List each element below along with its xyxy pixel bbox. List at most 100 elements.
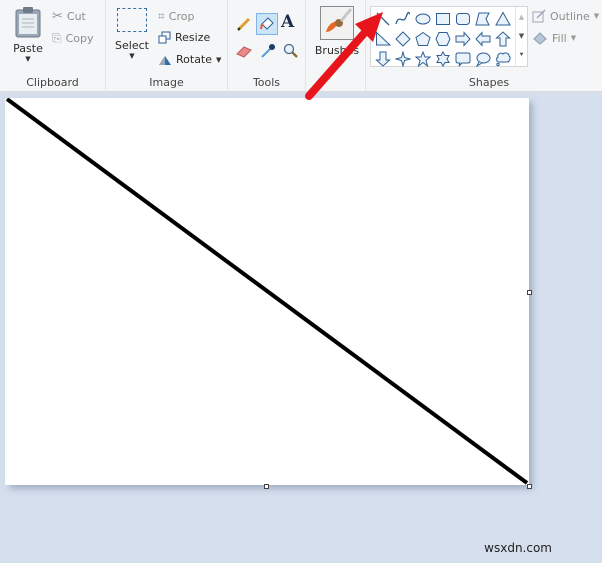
color-picker-tool[interactable] bbox=[258, 41, 278, 61]
shape-cloud-callout[interactable] bbox=[493, 49, 513, 69]
shape-up-arrow[interactable] bbox=[493, 29, 513, 49]
outline-label: Outline bbox=[550, 9, 590, 23]
shape-line[interactable] bbox=[373, 9, 393, 29]
rounded-rectangle-shape-icon bbox=[456, 13, 470, 25]
shape-six-point-star[interactable] bbox=[433, 49, 453, 69]
select-icon bbox=[117, 8, 147, 32]
text-tool[interactable]: A bbox=[281, 12, 294, 32]
scissors-icon: ✂ bbox=[52, 9, 63, 24]
four-point-star-shape-icon bbox=[395, 51, 411, 67]
shapes-group: ▲ ▼ ⯆ Outline ▼ Fill ▼ Shapes bbox=[366, 0, 602, 92]
rounded-callout-shape-icon bbox=[455, 52, 471, 67]
shapes-gallery: ▲ ▼ ⯆ bbox=[370, 6, 528, 67]
canvas-drawing bbox=[5, 98, 529, 485]
watermark: wsxdn.com bbox=[484, 541, 552, 555]
color-picker-icon bbox=[261, 44, 275, 58]
clipboard-group: Paste ▼ ✂ Cut ⎘ Copy Clipboard bbox=[0, 0, 106, 92]
resize-label: Resize bbox=[175, 31, 211, 44]
resize-handle-bottom[interactable] bbox=[264, 484, 269, 489]
drawing-canvas[interactable] bbox=[5, 98, 529, 485]
shape-five-point-star[interactable] bbox=[413, 49, 433, 69]
outline-icon bbox=[532, 9, 546, 23]
shape-rectangle[interactable] bbox=[433, 9, 453, 29]
paste-button[interactable]: Paste ▼ bbox=[8, 6, 48, 63]
six-point-star-shape-icon bbox=[436, 51, 450, 67]
gallery-expand-icon[interactable]: ⯆ bbox=[519, 51, 525, 60]
shape-rounded-rectangle[interactable] bbox=[453, 9, 473, 29]
pencil-tool[interactable] bbox=[234, 14, 254, 34]
magnifier-icon bbox=[283, 43, 298, 58]
five-point-star-shape-icon bbox=[415, 51, 431, 67]
fill-icon bbox=[533, 32, 547, 45]
clipboard-icon bbox=[15, 7, 41, 38]
resize-handle-right[interactable] bbox=[527, 290, 532, 295]
scroll-down-icon[interactable]: ▼ bbox=[519, 32, 524, 40]
rotate-button[interactable]: Rotate ▼ bbox=[158, 53, 221, 66]
copy-button[interactable]: ⎘ Copy bbox=[52, 31, 94, 46]
cut-button[interactable]: ✂ Cut bbox=[52, 9, 86, 24]
brush-icon bbox=[320, 6, 354, 40]
shape-left-arrow[interactable] bbox=[473, 29, 493, 49]
oval-shape-icon bbox=[415, 13, 431, 25]
shape-oval-callout[interactable] bbox=[473, 49, 493, 69]
shape-four-point-star[interactable] bbox=[393, 49, 413, 69]
cloud-callout-shape-icon bbox=[496, 52, 511, 67]
shape-triangle[interactable] bbox=[493, 9, 513, 29]
pencil-icon bbox=[236, 17, 251, 32]
right-arrow-shape-icon bbox=[455, 31, 471, 47]
shape-rounded-callout[interactable] bbox=[453, 49, 473, 69]
shape-curve[interactable] bbox=[393, 9, 413, 29]
eraser-icon bbox=[236, 46, 252, 58]
shape-down-arrow[interactable] bbox=[373, 49, 393, 69]
left-arrow-shape-icon bbox=[475, 31, 491, 47]
resize-button[interactable]: Resize bbox=[158, 31, 210, 44]
magnifier-tool[interactable] bbox=[281, 41, 301, 61]
shape-oval[interactable] bbox=[413, 9, 433, 29]
eraser-tool[interactable] bbox=[234, 41, 254, 61]
text-icon: A bbox=[281, 12, 295, 32]
gallery-scroll[interactable]: ▲ ▼ ⯆ bbox=[515, 7, 527, 66]
copy-icon: ⎘ bbox=[52, 31, 62, 45]
fill-label: Fill bbox=[552, 31, 567, 45]
shape-right-arrow[interactable] bbox=[453, 29, 473, 49]
shape-hexagon[interactable] bbox=[433, 29, 453, 49]
outline-button[interactable]: Outline ▼ bbox=[532, 9, 599, 23]
shapes-grid bbox=[373, 9, 513, 69]
rotate-icon bbox=[159, 56, 171, 65]
shape-diamond[interactable] bbox=[393, 29, 413, 49]
paste-dropdown-icon[interactable]: ▼ bbox=[25, 55, 30, 63]
rotate-label: Rotate bbox=[176, 53, 213, 66]
image-group: Select ▼ ⌗ Crop Resize Rotate ▼ Image bbox=[106, 0, 228, 92]
select-label: Select bbox=[115, 39, 149, 52]
shape-polygon[interactable] bbox=[473, 9, 493, 29]
rotate-dropdown-icon[interactable]: ▼ bbox=[216, 56, 221, 64]
scroll-up-icon[interactable]: ▲ bbox=[519, 13, 524, 21]
shape-pentagon[interactable] bbox=[413, 29, 433, 49]
brushes-button[interactable]: Brushes bbox=[314, 6, 360, 57]
crop-icon: ⌗ bbox=[158, 9, 165, 23]
up-arrow-shape-icon bbox=[495, 31, 511, 47]
fill-dropdown-icon[interactable]: ▼ bbox=[571, 34, 576, 42]
paste-label: Paste bbox=[13, 42, 43, 55]
clipboard-group-label: Clipboard bbox=[26, 76, 79, 89]
copy-label: Copy bbox=[65, 32, 94, 45]
diamond-shape-icon bbox=[395, 31, 411, 47]
select-button[interactable]: Select ▼ bbox=[112, 8, 152, 60]
fill-tool[interactable] bbox=[256, 13, 278, 35]
rectangle-shape-icon bbox=[436, 13, 450, 25]
resize-icon bbox=[158, 31, 171, 44]
shape-right-triangle[interactable] bbox=[373, 29, 393, 49]
crop-label: Crop bbox=[168, 10, 195, 23]
outline-dropdown-icon[interactable]: ▼ bbox=[594, 12, 599, 20]
image-group-label: Image bbox=[149, 76, 184, 89]
fill-bucket-icon bbox=[260, 17, 274, 30]
down-arrow-shape-icon bbox=[375, 51, 391, 67]
triangle-shape-icon bbox=[495, 11, 511, 26]
tools-group-label: Tools bbox=[252, 76, 281, 89]
resize-handle-corner[interactable] bbox=[527, 484, 532, 489]
fill-button[interactable]: Fill ▼ bbox=[532, 31, 576, 45]
pentagon-shape-icon bbox=[415, 31, 431, 46]
shapes-group-label: Shapes bbox=[468, 76, 510, 89]
select-dropdown-icon[interactable]: ▼ bbox=[129, 52, 134, 60]
crop-button[interactable]: ⌗ Crop bbox=[158, 9, 194, 24]
